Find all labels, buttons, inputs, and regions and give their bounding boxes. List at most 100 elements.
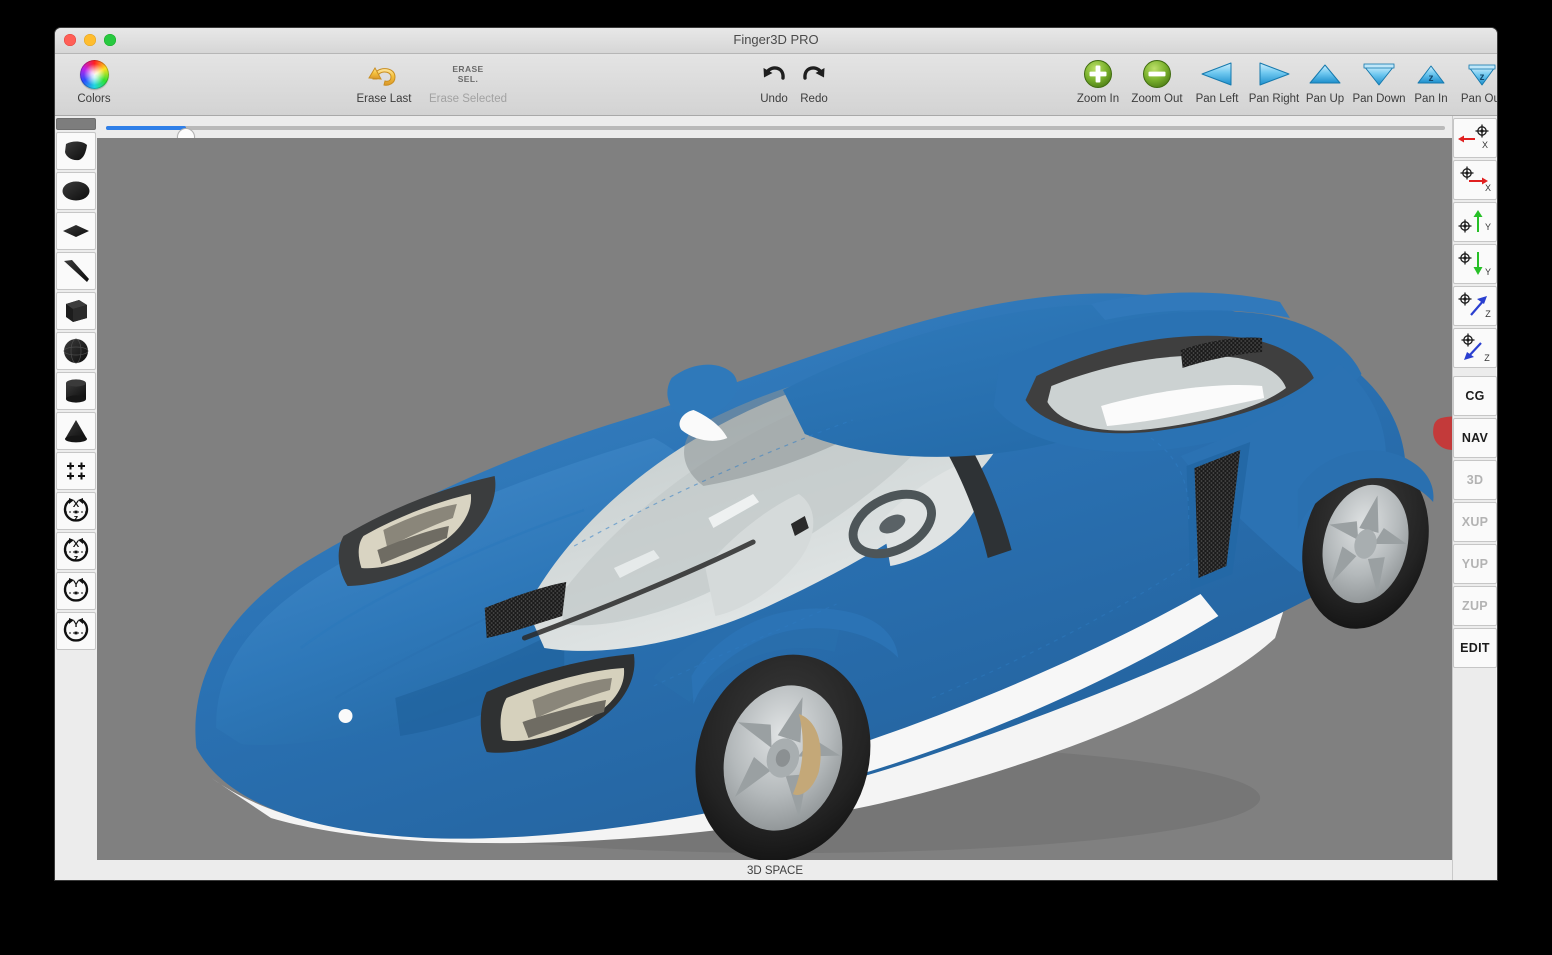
move-minus-z-button[interactable]: Z	[1453, 328, 1497, 368]
erase-selected-button[interactable]: ERASE SEL. Erase Selected	[421, 56, 515, 105]
diamond-tool[interactable]	[56, 212, 96, 250]
nav-label: NAV	[1461, 431, 1489, 445]
svg-text:Z: Z	[1484, 353, 1490, 363]
redo-button[interactable]: Redo	[792, 56, 836, 105]
rotate-y-ccw-tool[interactable]: Y	[56, 572, 96, 610]
viewport-container: 3D SPACE	[97, 116, 1453, 880]
svg-text:Y: Y	[1485, 222, 1491, 232]
zup-label: ZUP	[1462, 599, 1488, 613]
erase-sel-glyph-line1: ERASE	[452, 64, 484, 74]
pan-down-button[interactable]: Pan Down	[1346, 56, 1412, 105]
erase-selected-label: Erase Selected	[429, 93, 507, 105]
move-plus-y-button[interactable]: Y	[1453, 202, 1497, 242]
rotate-xz-ccw-tool[interactable]: X z	[56, 492, 96, 530]
pan-out-label: Pan Out	[1460, 93, 1497, 105]
cone-tool[interactable]	[56, 412, 96, 450]
triangle-left-icon	[1198, 56, 1236, 92]
svg-text:Y: Y	[73, 619, 80, 630]
pan-in-button[interactable]: z Pan In	[1406, 56, 1456, 105]
svg-text:z: z	[1429, 73, 1434, 84]
pan-up-button[interactable]: Pan Up	[1299, 56, 1351, 105]
pan-left-button[interactable]: Pan Left	[1187, 56, 1247, 105]
sports-car-3d-model	[195, 292, 1453, 860]
xup-mode-button[interactable]: XUP	[1453, 502, 1497, 542]
rotate-xz-cw-tool[interactable]: X z	[56, 532, 96, 570]
selection-bar-icon[interactable]	[56, 118, 96, 130]
svg-text:X: X	[1485, 183, 1491, 193]
cylinder-tool[interactable]	[56, 372, 96, 410]
yup-label: YUP	[1461, 557, 1489, 571]
svg-text:z: z	[74, 513, 79, 523]
zoom-in-label: Zoom In	[1076, 93, 1120, 105]
svg-text:z: z	[74, 553, 79, 563]
zup-mode-button[interactable]: ZUP	[1453, 586, 1497, 626]
cube-tool[interactable]	[56, 292, 96, 330]
erase-last-label: Erase Last	[356, 93, 412, 105]
status-label: 3D SPACE	[746, 865, 804, 877]
pan-in-label: Pan In	[1414, 93, 1448, 105]
move-plus-z-button[interactable]: Z	[1453, 286, 1497, 326]
triangle-down-z-icon: z	[1465, 56, 1497, 92]
window-title: Finger3D PRO	[733, 32, 819, 47]
3d-label: 3D	[1466, 473, 1484, 487]
svg-text:z: z	[1480, 72, 1485, 83]
navigation-sidebar: X X Y Y Z Z CG NAV 3D XUP YUP ZUP EDIT	[1452, 116, 1497, 880]
front-emblem	[338, 709, 353, 723]
status-bar: 3D SPACE	[97, 860, 1453, 880]
move-minus-y-icon: Y	[1458, 251, 1491, 277]
brush-size-slider[interactable]	[106, 126, 1445, 145]
svg-text:Y: Y	[73, 579, 80, 590]
3d-viewport[interactable]	[97, 138, 1453, 860]
taillight	[1433, 416, 1453, 450]
colors-label: Colors	[77, 93, 111, 105]
sphere-tool[interactable]	[56, 332, 96, 370]
redo-icon	[800, 56, 828, 92]
svg-text:X: X	[73, 499, 80, 510]
slab-tool[interactable]	[56, 252, 96, 290]
main-body: X z X z Y Y 3D SPACE X X Y Y Z Z CG NAV …	[55, 116, 1497, 880]
pan-right-button[interactable]: Pan Right	[1241, 56, 1307, 105]
move-plus-z-icon: Z	[1458, 292, 1491, 319]
move-minus-x-button[interactable]: X	[1453, 118, 1497, 158]
svg-text:X: X	[73, 539, 80, 550]
move-minus-x-icon: X	[1458, 124, 1489, 150]
undo-button[interactable]: Undo	[752, 56, 796, 105]
colors-button[interactable]: Colors	[63, 56, 125, 105]
minus-circle-icon	[1142, 56, 1172, 92]
triangle-up-z-icon: z	[1414, 56, 1448, 92]
pan-out-button[interactable]: z Pan Out	[1453, 56, 1497, 105]
plane-tool[interactable]	[56, 132, 96, 170]
svg-text:Z: Z	[1485, 309, 1491, 319]
duplicate-tool[interactable]	[56, 452, 96, 490]
erase-selected-icon: ERASE SEL.	[452, 56, 483, 92]
rotate-y-cw-tool[interactable]: Y	[56, 612, 96, 650]
edit-label: EDIT	[1460, 641, 1490, 655]
edit-mode-button[interactable]: EDIT	[1453, 628, 1497, 668]
move-plus-x-button[interactable]: X	[1453, 160, 1497, 200]
move-minus-y-button[interactable]: Y	[1453, 244, 1497, 284]
move-minus-z-icon: Z	[1461, 333, 1490, 363]
cg-mode-button[interactable]: CG	[1453, 376, 1497, 416]
zoom-in-button[interactable]: Zoom In	[1070, 56, 1126, 105]
svg-text:X: X	[1482, 140, 1488, 150]
zoom-out-label: Zoom Out	[1131, 93, 1183, 105]
app-window: Finger3D PRO Colors Erase Last ERASE SEL…	[55, 28, 1497, 880]
ellipse-tool[interactable]	[56, 172, 96, 210]
undo-icon	[760, 56, 788, 92]
plus-circle-icon	[1083, 56, 1113, 92]
color-wheel-icon	[79, 56, 109, 92]
undo-arrow-icon	[366, 56, 402, 92]
pan-right-label: Pan Right	[1248, 93, 1300, 105]
pan-down-label: Pan Down	[1352, 93, 1406, 105]
pan-up-label: Pan Up	[1305, 93, 1345, 105]
erase-last-button[interactable]: Erase Last	[351, 56, 417, 105]
zoom-out-button[interactable]: Zoom Out	[1125, 56, 1189, 105]
triangle-up-icon	[1307, 56, 1343, 92]
yup-mode-button[interactable]: YUP	[1453, 544, 1497, 584]
triangle-down-icon	[1361, 56, 1397, 92]
slider-fill	[106, 126, 187, 130]
pan-left-label: Pan Left	[1195, 93, 1239, 105]
nav-mode-button[interactable]: NAV	[1453, 418, 1497, 458]
3d-mode-button[interactable]: 3D	[1453, 460, 1497, 500]
shape-tool-sidebar: X z X z Y Y	[55, 116, 98, 880]
